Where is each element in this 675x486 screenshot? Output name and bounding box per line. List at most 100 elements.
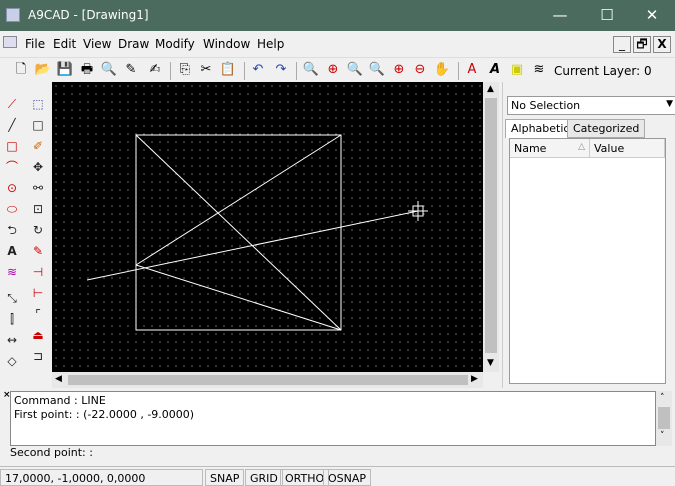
chevron-down-icon[interactable]: ▼ (666, 99, 673, 109)
dimension-icon[interactable]: A (463, 61, 481, 79)
command-line: Command : LINE (14, 394, 106, 407)
insert-block-icon[interactable]: ◇ (2, 351, 22, 371)
scroll-left-icon[interactable]: ◀ (55, 374, 62, 384)
scroll-down-icon[interactable]: ▼ (487, 358, 494, 368)
box-select-icon[interactable]: □ (28, 115, 48, 135)
zoom-out-icon[interactable]: ⊖ (411, 61, 429, 79)
zoom-window-icon[interactable]: 🔍 (302, 61, 320, 79)
edit-icon[interactable]: ✍ (146, 61, 164, 79)
separator (244, 62, 245, 80)
column-header-name[interactable]: Name △ (510, 139, 590, 158)
chamfer-icon[interactable]: ⏏ (28, 325, 48, 345)
menu-file[interactable]: File (25, 37, 45, 51)
command-scrollbar[interactable]: ˄ ˅ (656, 391, 672, 446)
move-icon[interactable]: ✥ (28, 157, 48, 177)
copy-icon[interactable]: ⎘ (176, 61, 194, 79)
tab-alphabetic[interactable]: Alphabetic (505, 119, 576, 138)
zoom-all-icon[interactable]: ⊕ (324, 61, 342, 79)
column-label: Name (514, 142, 547, 155)
current-layer-label: Current Layer: 0 (554, 64, 652, 78)
cut-icon[interactable]: ✂ (197, 61, 215, 79)
trim-icon[interactable]: ⊣ (28, 262, 48, 282)
scale-icon[interactable]: ⊡ (28, 199, 48, 219)
dimension-horizontal-icon[interactable]: ↔ (2, 330, 22, 350)
scroll-thumb[interactable] (485, 98, 497, 353)
window-title: A9CAD - [Drawing1] (28, 8, 149, 22)
layers-icon[interactable]: ≋ (530, 61, 548, 79)
dimension-vertical-icon[interactable]: ⫿ (2, 309, 22, 329)
erase-icon[interactable]: ✐ (28, 136, 48, 156)
scroll-down-icon[interactable]: ˅ (660, 431, 665, 441)
mdi-restore-button[interactable]: 🗗 (633, 36, 651, 53)
redo-icon[interactable]: ↷ (272, 61, 290, 79)
mdi-minimize-button[interactable]: _ (613, 36, 631, 53)
vertical-scrollbar[interactable]: ▲ ▼ (483, 82, 499, 372)
ellipse-icon[interactable]: ⬭ (2, 199, 22, 219)
scroll-up-icon[interactable]: ▲ (487, 84, 494, 94)
zoom-in-icon[interactable]: ⊕ (390, 61, 408, 79)
pen-icon[interactable]: ✎ (122, 61, 140, 79)
print-icon[interactable]: 🖶 (78, 61, 96, 79)
document-icon (3, 36, 17, 48)
tab-categorized[interactable]: Categorized (567, 119, 646, 138)
explode-icon[interactable]: ✎ (28, 241, 48, 261)
new-icon[interactable]: 🗋 (12, 61, 30, 79)
select-icon[interactable]: ⬚ (28, 94, 48, 114)
stretch-icon[interactable]: ⊐ (28, 346, 48, 366)
line-icon[interactable]: ╱ (2, 115, 22, 135)
scroll-thumb[interactable] (68, 375, 468, 385)
scroll-thumb[interactable] (658, 407, 670, 429)
point-icon[interactable]: ⟋ (2, 94, 22, 114)
menu-edit[interactable]: Edit (53, 37, 76, 51)
text-style-icon[interactable]: A (486, 61, 504, 79)
text-icon[interactable]: A (2, 241, 22, 261)
line-shape (135, 264, 342, 331)
mdi-close-button[interactable]: X (653, 36, 671, 53)
copy-object-icon[interactable]: ⚯ (28, 178, 48, 198)
print-preview-icon[interactable]: 🔍 (100, 61, 118, 79)
block-icon[interactable]: ▣ (508, 61, 526, 79)
menu-help[interactable]: Help (257, 37, 284, 51)
separator (170, 62, 171, 80)
minimize-button[interactable]: — (537, 0, 583, 31)
rectangle-icon[interactable]: □ (2, 136, 22, 156)
command-prompt[interactable]: Second point: : (10, 446, 93, 459)
selection-dropdown[interactable]: No Selection ▼ (507, 96, 675, 115)
zoom-realtime-icon[interactable]: 🔍 (346, 61, 364, 79)
circle-icon[interactable]: ⊙ (2, 178, 22, 198)
scroll-up-icon[interactable]: ˄ (660, 393, 665, 403)
drawing-canvas[interactable] (52, 82, 483, 372)
snap-toggle[interactable]: SNAP (205, 469, 245, 486)
separator (296, 62, 297, 80)
menu-modify[interactable]: Modify (155, 37, 195, 51)
horizontal-scrollbar[interactable]: ◀ ▶ (52, 372, 483, 388)
fillet-icon[interactable]: ⌜ (28, 304, 48, 324)
open-icon[interactable]: 📂 (34, 61, 52, 79)
rotate-icon[interactable]: ↻ (28, 220, 48, 240)
extend-icon[interactable]: ⊢ (28, 283, 48, 303)
property-grid: Name △ Value (509, 138, 666, 384)
menu-draw[interactable]: Draw (118, 37, 149, 51)
status-bar: 17,0000, -1,0000, 0,0000 SNAP GRID ORTHO… (0, 466, 675, 486)
hatch-icon[interactable]: ≋ (2, 262, 22, 282)
undo-icon[interactable]: ↶ (249, 61, 267, 79)
separator (458, 62, 459, 80)
dimension-aligned-icon[interactable]: ⤡ (2, 288, 22, 308)
grid-toggle[interactable]: GRID (245, 469, 283, 486)
ortho-toggle[interactable]: ORTHO (280, 469, 330, 486)
column-header-value[interactable]: Value (590, 139, 665, 158)
line-shape (135, 134, 342, 266)
maximize-button[interactable]: ☐ (584, 0, 630, 31)
toolbar: 🗋 📂 💾 🖶 🔍 ✎ ✍ ⎘ ✂ 📋 ↶ ↷ 🔍 ⊕ 🔍 🔍 ⊕ ⊖ ✋ A … (0, 57, 675, 81)
osnap-toggle[interactable]: OSNAP (323, 469, 372, 486)
save-icon[interactable]: 💾 (56, 61, 74, 79)
menu-view[interactable]: View (83, 37, 111, 51)
pan-icon[interactable]: ✋ (433, 61, 451, 79)
zoom-previous-icon[interactable]: 🔍 (368, 61, 386, 79)
paste-icon[interactable]: 📋 (219, 61, 237, 79)
arc-icon[interactable]: ⌒ (2, 157, 22, 177)
close-button[interactable]: ✕ (629, 0, 675, 31)
menu-window[interactable]: Window (203, 37, 250, 51)
polyline-icon[interactable]: ⮌ (2, 220, 22, 240)
scroll-right-icon[interactable]: ▶ (471, 374, 478, 384)
